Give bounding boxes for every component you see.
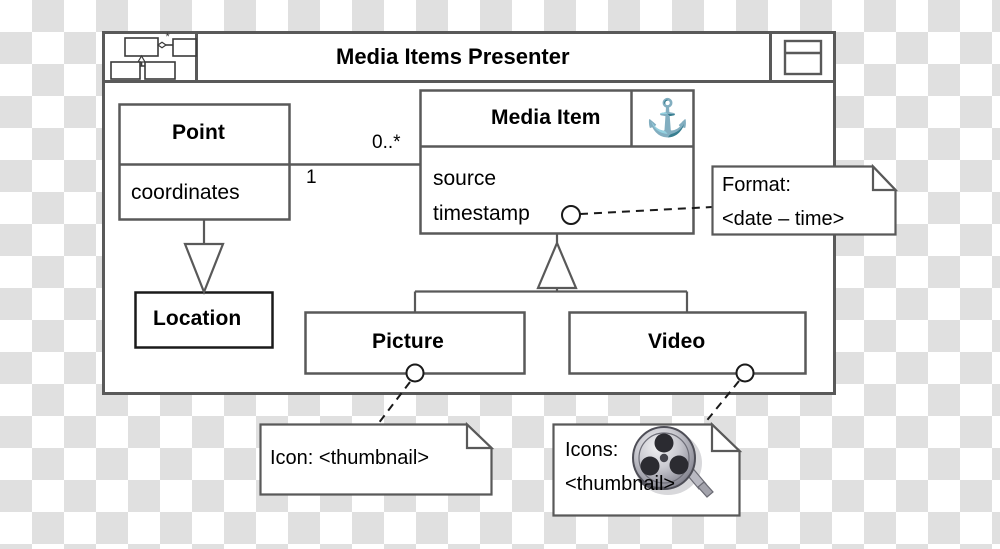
class-name-location: Location	[153, 307, 242, 330]
note-video-line-1: Icons:	[565, 439, 619, 461]
diagram-frame-title: Media Items Presenter	[336, 44, 570, 69]
svg-text:*: *	[166, 31, 171, 43]
class-name-picture: Picture	[372, 330, 444, 353]
note-video-line-2: <thumbnail>	[565, 473, 676, 495]
class-name-point: Point	[172, 121, 225, 144]
note-format-line-2: <date – time>	[722, 208, 845, 230]
class-name-media-item: Media Item	[491, 106, 601, 129]
multiplicity-one: 1	[306, 167, 317, 188]
attribute-media-item-timestamp: timestamp	[433, 202, 530, 225]
class-box-icon	[783, 39, 823, 76]
uml-diagram-canvas: * Media Items Presenter Point coordinate…	[0, 0, 1000, 549]
class-name-video: Video	[648, 330, 706, 353]
anchor-icon: ⚓	[645, 97, 690, 138]
diagram-vector-layer: *	[102, 31, 899, 517]
note-format-line-1: Format:	[722, 174, 791, 196]
note-picture-line-1: Icon: <thumbnail>	[270, 447, 429, 469]
attribute-media-item-source: source	[433, 167, 497, 190]
multiplicity-many: 0..*	[372, 132, 401, 153]
attribute-point-coordinates: coordinates	[131, 181, 240, 204]
